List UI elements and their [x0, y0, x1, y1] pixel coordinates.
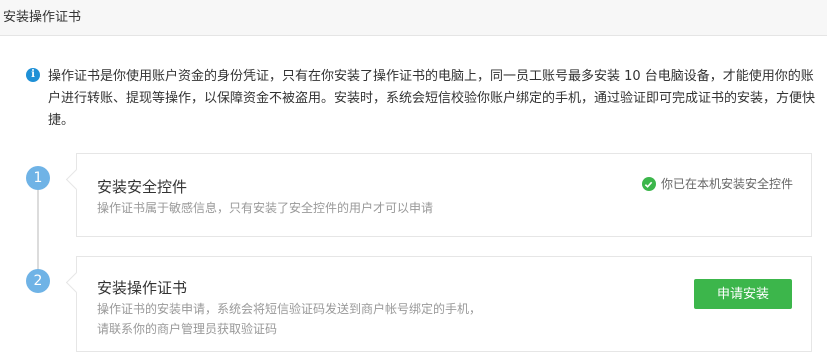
installed-status: 你已在本机安装安全控件 — [641, 176, 793, 192]
step-title: 安装安全控件 — [97, 178, 188, 196]
apply-install-button[interactable]: 申请安装 — [694, 279, 792, 309]
page-title: 安装操作证书 — [3, 10, 82, 25]
step-description-line-1: 操作证书的安装申请，系统会将短信验证码发送到商户帐号绑定的手机， — [97, 302, 482, 316]
step-description: 操作证书属于敏感信息，只有安装了安全控件的用户才可以申请 — [97, 201, 434, 215]
step-description-line-2: 请联系你的商户管理员获取验证码 — [97, 322, 278, 336]
step-card-certificate: 安装操作证书 操作证书的安装申请，系统会将短信验证码发送到商户帐号绑定的手机， … — [76, 256, 812, 352]
page-header: 安装操作证书 — [0, 0, 827, 36]
timeline-connector — [37, 190, 39, 270]
step-number-2: 2 — [26, 269, 50, 293]
notice-text: 操作证书是你使用账户资金的身份凭证，只有在你安装了操作证书的电脑上，同一员工账号… — [48, 69, 816, 128]
step-number-1: 1 — [26, 166, 50, 190]
check-circle-icon — [641, 177, 656, 191]
step-card-security-control: 安装安全控件 操作证书属于敏感信息，只有安装了安全控件的用户才可以申请 你已在本… — [76, 153, 812, 237]
step-title: 安装操作证书 — [97, 279, 188, 297]
info-icon: i — [26, 68, 40, 82]
status-text: 你已在本机安装安全控件 — [660, 177, 793, 191]
